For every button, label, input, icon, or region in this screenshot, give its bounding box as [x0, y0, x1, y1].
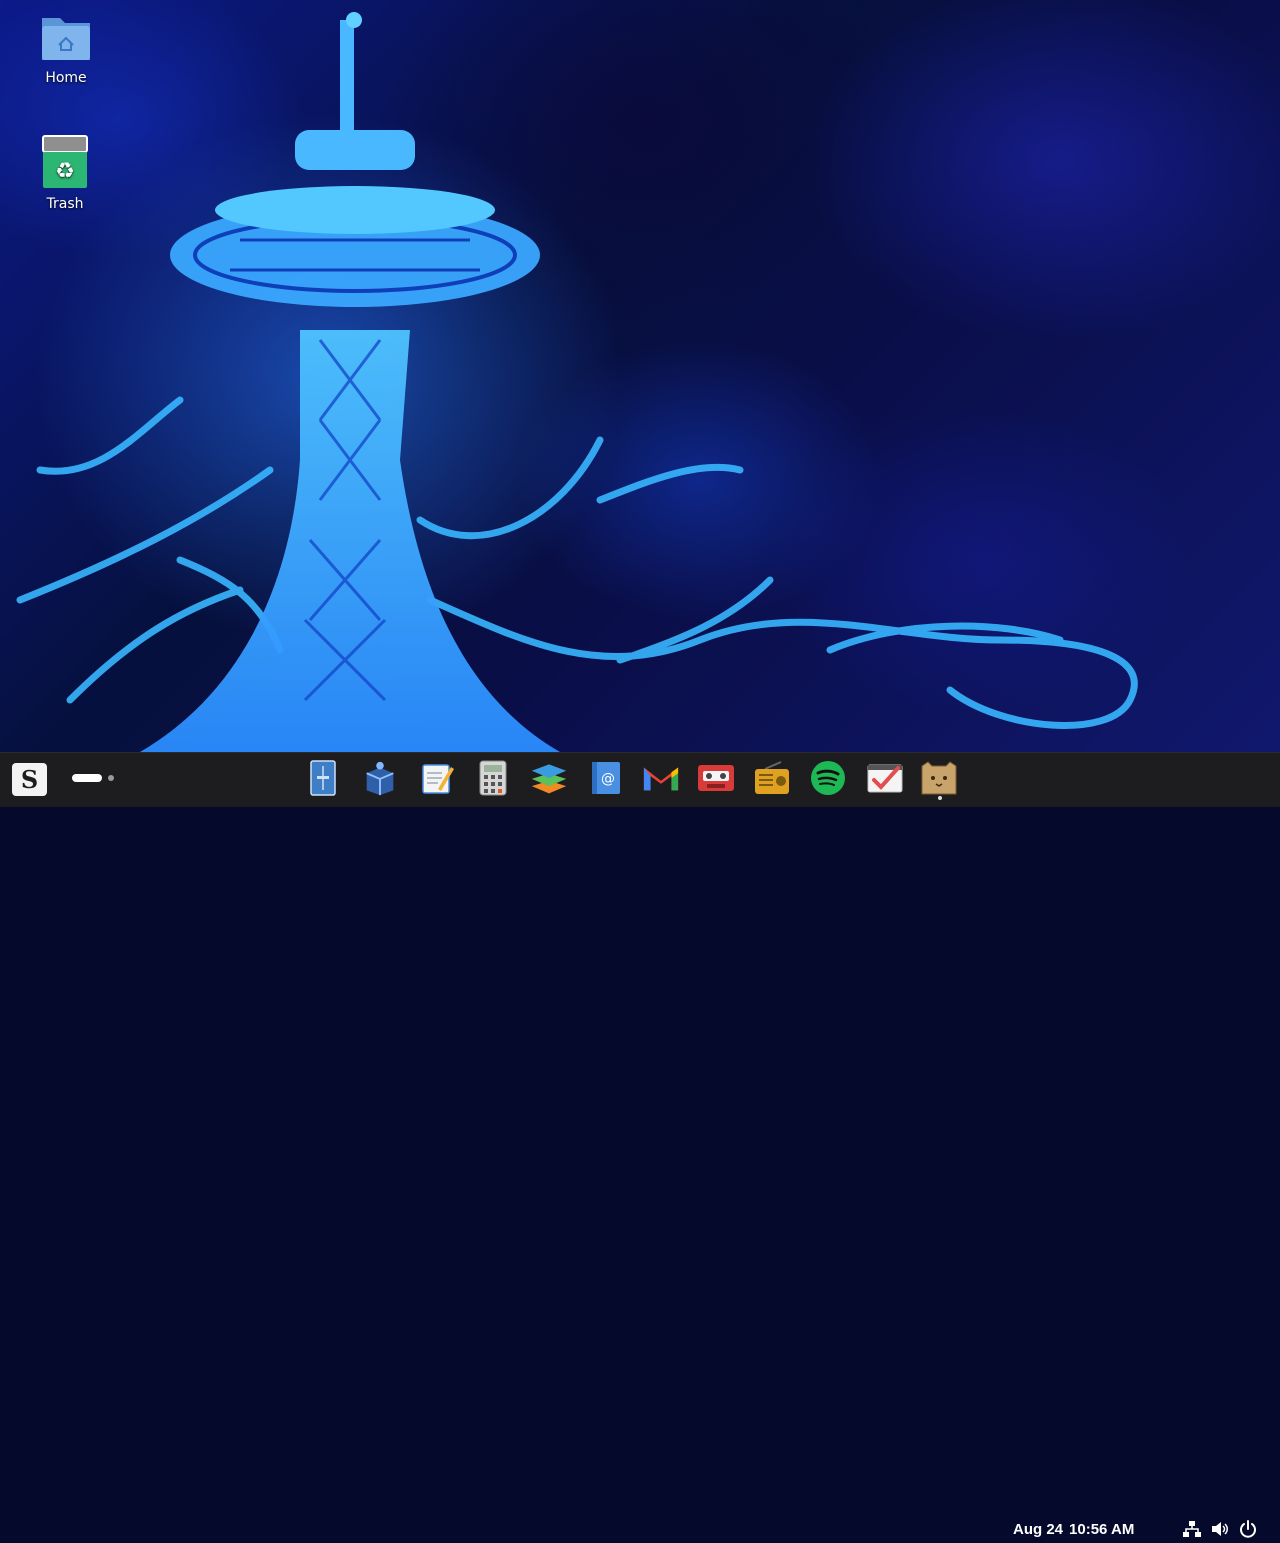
tasks-checklist-icon: [867, 764, 903, 793]
dock-spotify[interactable]: [809, 759, 847, 797]
workspace-inactive-dot[interactable]: [108, 775, 114, 781]
workspace-indicator[interactable]: [72, 773, 118, 785]
dock-file-manager[interactable]: [304, 759, 342, 797]
calculator-icon: [479, 760, 507, 796]
trash-icon: ♻: [42, 135, 88, 188]
volume-icon: [1212, 1522, 1228, 1536]
radio-icon: [755, 761, 789, 794]
volume-indicator[interactable]: [1210, 1519, 1230, 1539]
file-manager-icon: [310, 760, 336, 796]
dock-radio[interactable]: [753, 759, 791, 797]
mail-client-icon: @: [592, 762, 620, 794]
desktop-icon-label: Home: [45, 70, 87, 86]
dock-calculator[interactable]: [474, 759, 512, 797]
dock-layers-app[interactable]: [530, 759, 568, 797]
dock-cassette-player[interactable]: [697, 759, 735, 797]
dock-text-editor[interactable]: [418, 759, 456, 797]
taskbar: S @ Aug 24 10:56 AM: [0, 752, 1280, 1538]
clock-time: 10:56 AM: [1069, 1521, 1135, 1538]
desktop-icon-label: Trash: [46, 196, 84, 212]
spotify-icon: [811, 761, 845, 795]
network-indicator[interactable]: [1182, 1519, 1202, 1539]
power-indicator[interactable]: [1238, 1519, 1258, 1539]
text-editor-icon: [422, 764, 454, 794]
desktop-icon-trash[interactable]: ♻ Trash: [20, 134, 110, 212]
power-icon: [1240, 1520, 1256, 1538]
gmail-icon: [643, 767, 679, 791]
start-menu-button[interactable]: S: [12, 763, 47, 796]
cassette-player-icon: [698, 765, 734, 791]
svg-text:@: @: [601, 771, 615, 787]
dock-tasks-checklist[interactable]: [866, 759, 904, 797]
pet-companion-icon: [921, 761, 957, 795]
software-store-icon: [366, 761, 394, 796]
clock[interactable]: Aug 24 10:56 AM: [1013, 1521, 1140, 1538]
space-needle-illustration: [16, 12, 1138, 752]
desktop-wallpaper: [0, 0, 1280, 752]
layers-app-icon: [531, 764, 567, 794]
dock-pet-companion[interactable]: [920, 759, 958, 797]
dock-gmail[interactable]: [642, 759, 680, 797]
desktop-icon-home[interactable]: Home: [21, 12, 111, 86]
svg-text:♻: ♻: [55, 159, 75, 184]
clock-date: Aug 24: [1013, 1521, 1064, 1538]
running-app-indicator: [938, 796, 942, 800]
network-icon: [1183, 1521, 1201, 1537]
dock-software-store[interactable]: [361, 759, 399, 797]
dock-mail-client[interactable]: @: [587, 759, 625, 797]
folder-home-icon: [42, 18, 90, 60]
workspace-active-dot[interactable]: [72, 774, 102, 782]
